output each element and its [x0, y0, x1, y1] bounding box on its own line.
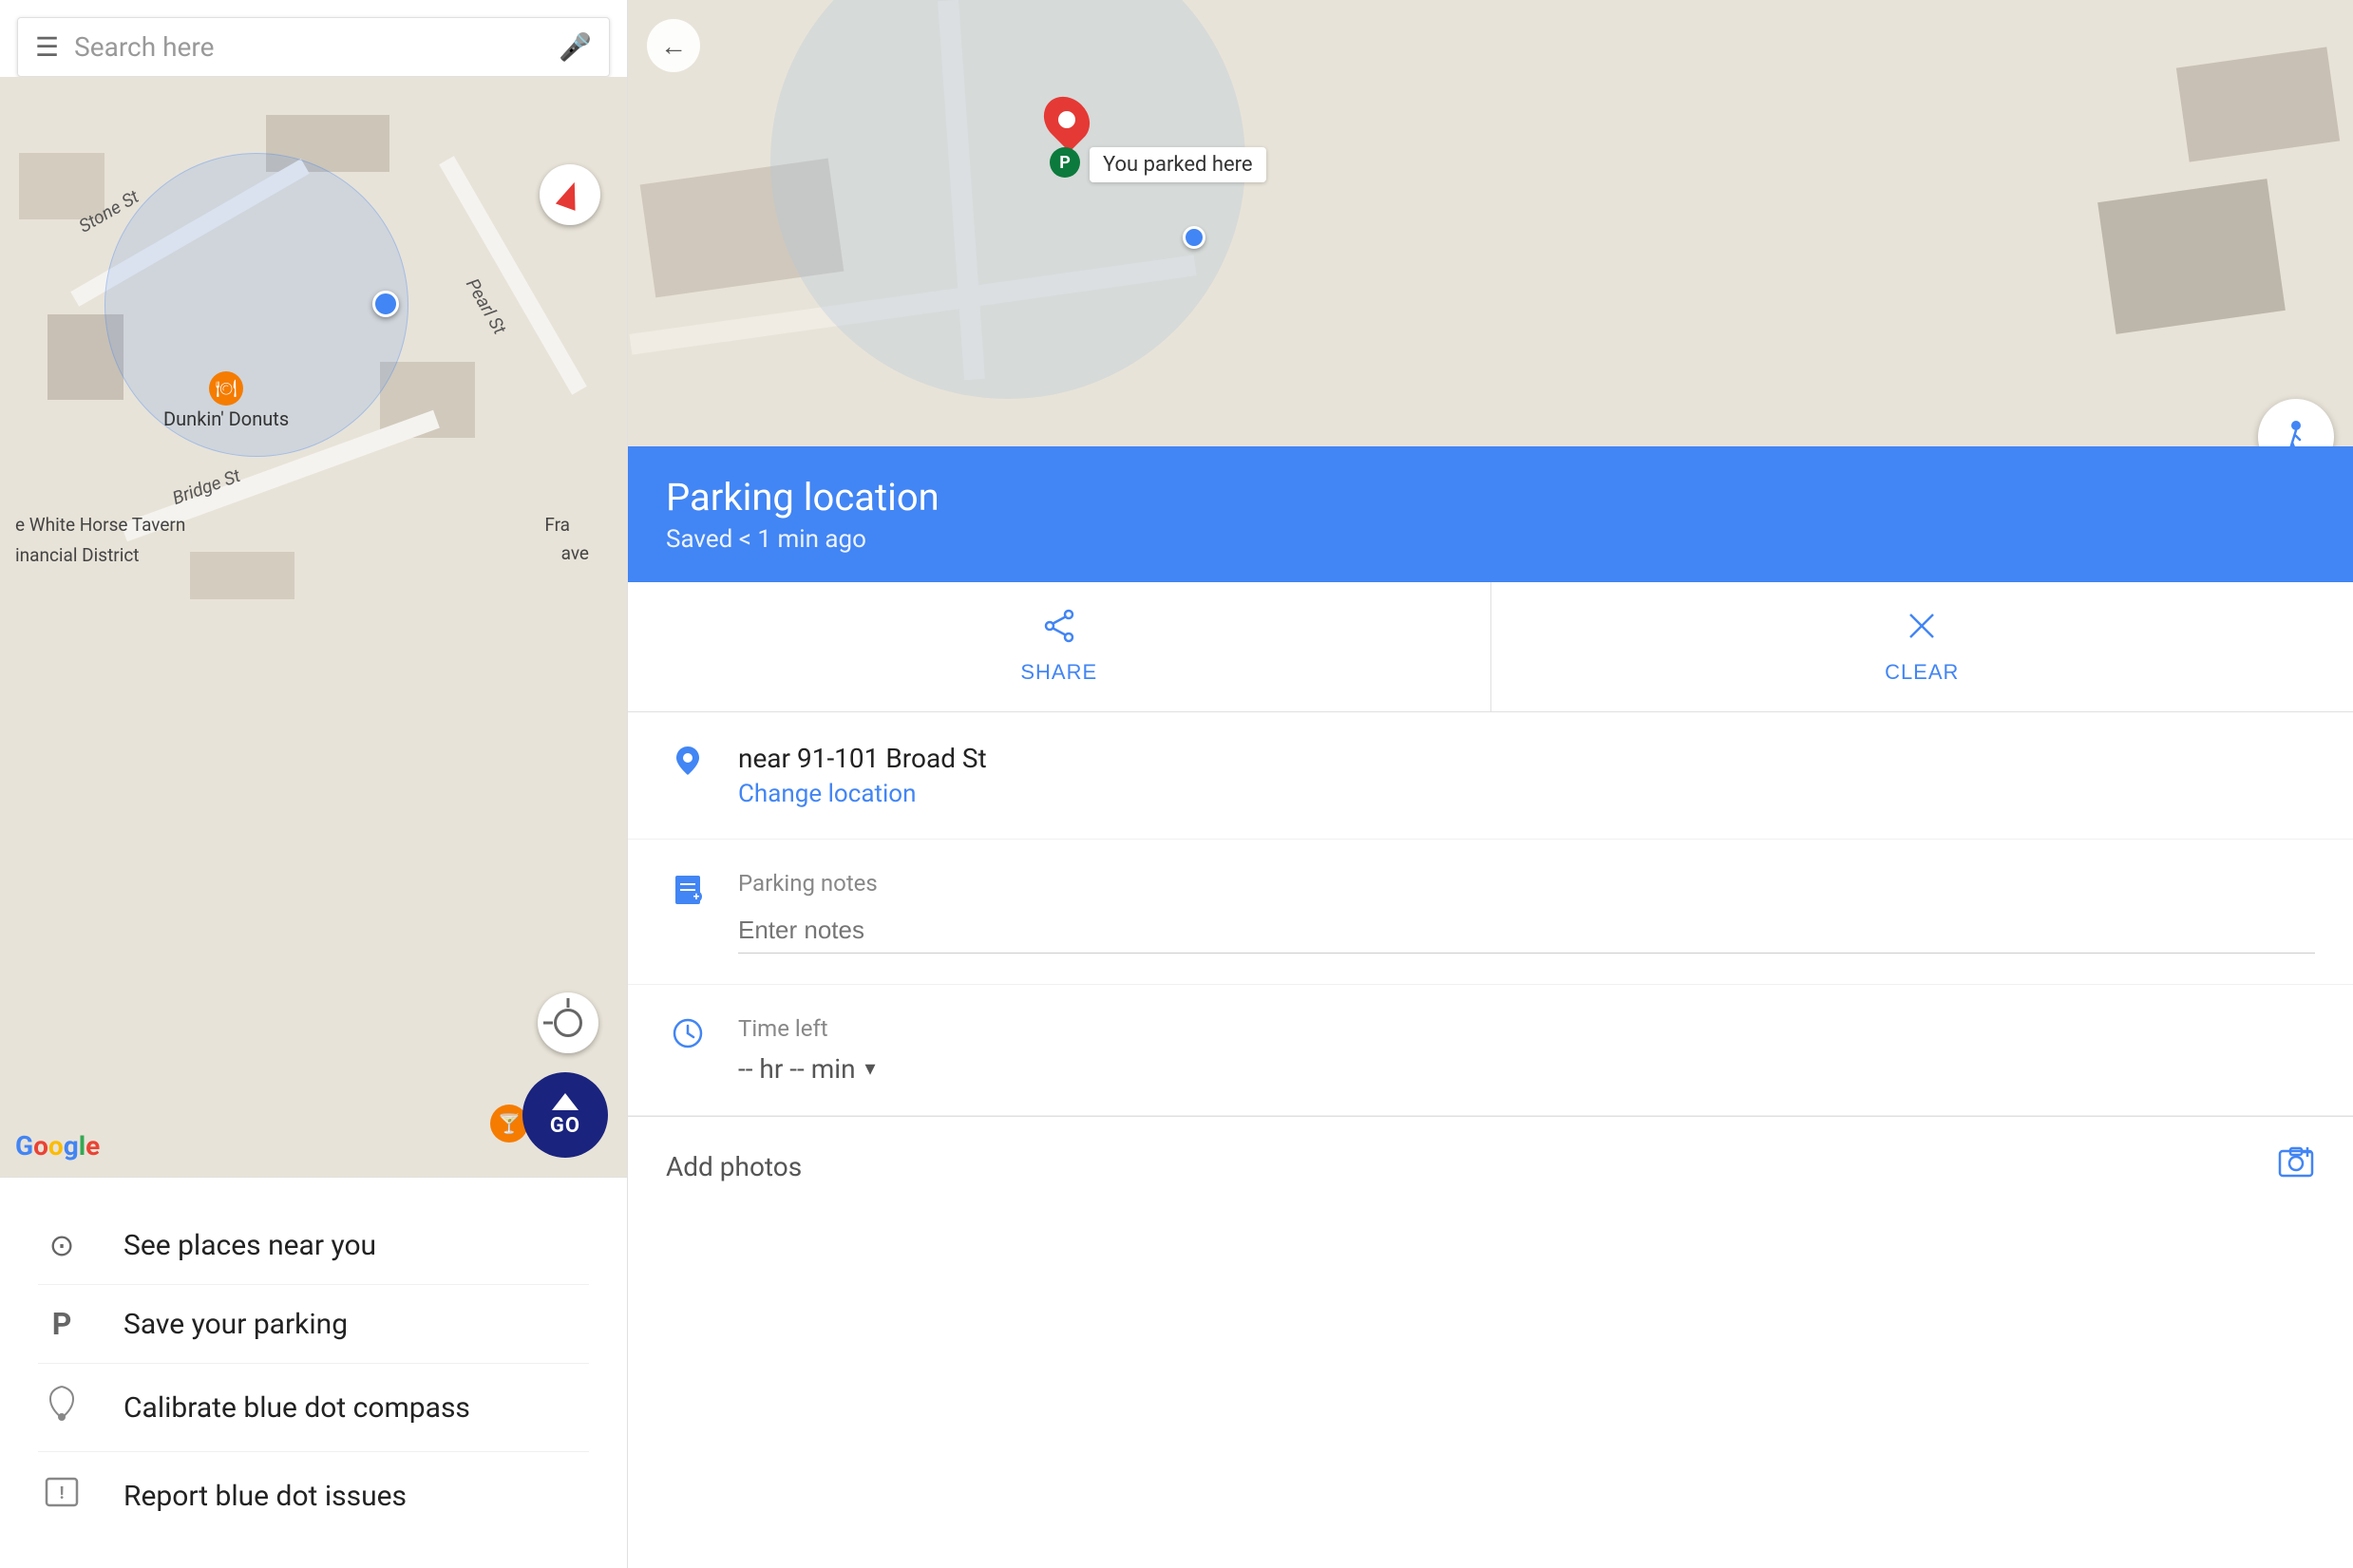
go-label: GO	[550, 1114, 580, 1138]
location-button[interactable]	[538, 992, 598, 1053]
notes-content: Parking notes	[738, 870, 2315, 954]
hamburger-icon[interactable]: ☰	[35, 31, 59, 63]
address-text: near 91-101 Broad St	[738, 743, 2315, 774]
walking-icon	[2277, 418, 2315, 446]
menu-item-see-places[interactable]: ⊙ See places near you	[38, 1206, 589, 1285]
compass-button[interactable]	[540, 164, 600, 225]
notes-icon: +	[666, 870, 710, 904]
save-parking-icon: P	[38, 1306, 85, 1342]
parking-location-title: Parking location	[666, 475, 2315, 520]
clock-icon	[666, 1015, 710, 1049]
parking-header: Parking location Saved < 1 min ago	[628, 446, 2353, 582]
place-label: e White Horse Tavern	[15, 514, 185, 536]
parking-notes-row: + Parking notes	[628, 840, 2353, 985]
p-parking-marker: P	[1050, 147, 1080, 178]
poi-icon-circle: 🍽	[209, 371, 243, 406]
save-parking-label: Save your parking	[123, 1308, 348, 1341]
map-building	[190, 552, 294, 599]
right-map: ← P You parked here	[628, 0, 2353, 446]
left-panel: ☰ Search here 🎤 Stone St Bridge St Pearl…	[0, 0, 627, 1568]
go-button[interactable]: GO	[522, 1072, 608, 1158]
share-label: SHARE	[1020, 660, 1097, 685]
time-left-content: Time left -- hr -- min ▾	[738, 1015, 2315, 1085]
menu-item-calibrate[interactable]: Calibrate blue dot compass	[38, 1364, 589, 1452]
clear-button[interactable]: CLEAR	[1490, 582, 2353, 711]
go-arrow-icon	[552, 1093, 579, 1110]
time-left-selector: -- hr -- min ▾	[738, 1053, 2315, 1085]
address-row: near 91-101 Broad St Change location	[628, 712, 2353, 840]
add-photos-icon[interactable]	[2277, 1143, 2315, 1190]
info-section: near 91-101 Broad St Change location + P…	[628, 712, 2353, 1568]
calibrate-label: Calibrate blue dot compass	[123, 1391, 470, 1425]
place-label: ave	[561, 542, 589, 564]
google-logo: Google	[15, 1130, 100, 1162]
parking-notes-label: Parking notes	[738, 870, 2315, 897]
report-label: Report blue dot issues	[123, 1480, 407, 1513]
share-icon	[1042, 609, 1076, 651]
rmap-building	[2097, 179, 2286, 334]
time-left-row: Time left -- hr -- min ▾	[628, 985, 2353, 1116]
search-bar: ☰ Search here 🎤	[17, 17, 610, 77]
blue-dot-location	[372, 291, 399, 317]
report-icon: !	[38, 1473, 85, 1519]
poi-dunkin: 🍽 Dunkin' Donuts	[163, 371, 289, 430]
time-value[interactable]: -- hr -- min	[738, 1053, 856, 1085]
search-input[interactable]: Search here	[74, 31, 543, 63]
back-arrow-icon: ←	[660, 30, 687, 62]
address-content: near 91-101 Broad St Change location	[738, 743, 2315, 808]
mic-icon[interactable]: 🎤	[559, 31, 592, 63]
add-photos-label: Add photos	[666, 1151, 802, 1182]
add-photos-row[interactable]: Add photos	[628, 1116, 2353, 1217]
compass-arrow-icon	[556, 179, 584, 211]
see-places-label: See places near you	[123, 1229, 376, 1262]
parking-pin	[1046, 95, 1088, 144]
dropdown-arrow-icon[interactable]: ▾	[865, 1057, 876, 1081]
p-icon: P	[1050, 147, 1080, 178]
time-left-label: Time left	[738, 1015, 2315, 1042]
place-label: Fra	[544, 514, 570, 536]
svg-text:!: !	[60, 1483, 65, 1503]
change-location-link[interactable]: Change location	[738, 780, 2315, 808]
see-places-icon: ⊙	[38, 1227, 85, 1263]
back-button[interactable]: ←	[647, 19, 700, 72]
poi-label: Dunkin' Donuts	[163, 407, 289, 430]
place-label: inancial District	[15, 544, 140, 566]
share-button[interactable]: SHARE	[628, 582, 1490, 711]
parked-here-label: You parked here	[1090, 147, 1266, 182]
calibrate-icon	[38, 1385, 85, 1430]
left-map: Stone St Bridge St Pearl St 🍽 Dunkin' Do…	[0, 77, 627, 1177]
right-panel: ← P You parked here Parking location Sav…	[627, 0, 2353, 1568]
svg-text:+: +	[693, 890, 700, 903]
menu-item-save-parking[interactable]: P Save your parking	[38, 1285, 589, 1364]
right-blue-dot	[1183, 226, 1205, 249]
clear-label: CLEAR	[1885, 660, 1959, 685]
location-pin-icon	[666, 743, 710, 777]
parking-saved-subtitle: Saved < 1 min ago	[666, 525, 2315, 554]
action-buttons: SHARE CLEAR	[628, 582, 2353, 712]
bottom-menu: ⊙ See places near you P Save your parkin…	[0, 1177, 627, 1568]
enter-notes-input[interactable]	[738, 908, 2315, 954]
clear-icon	[1905, 609, 1939, 651]
target-icon	[554, 1009, 582, 1037]
menu-item-report[interactable]: ! Report blue dot issues	[38, 1452, 589, 1540]
